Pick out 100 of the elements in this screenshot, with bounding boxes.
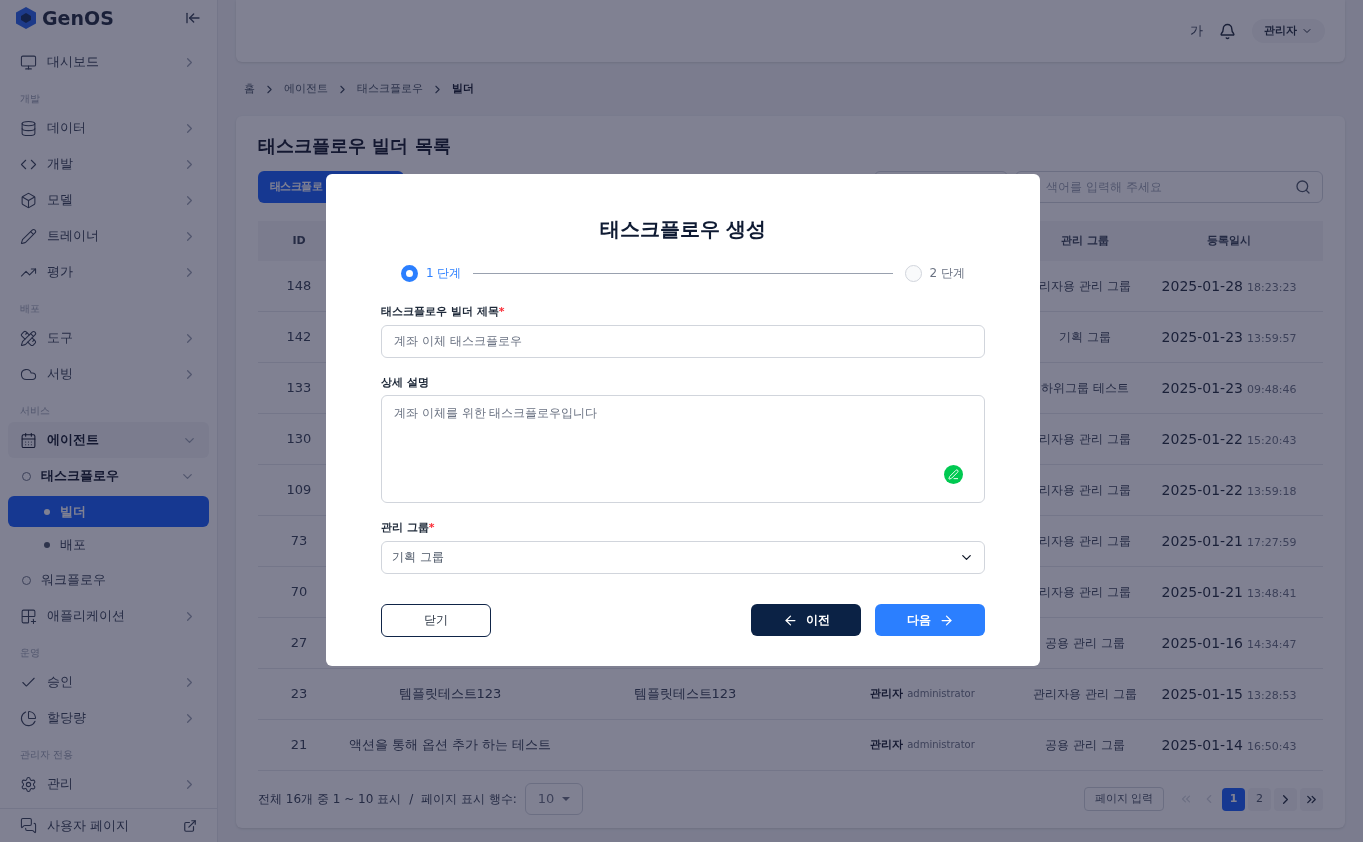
- time-text: 15:20:43: [1247, 432, 1297, 449]
- date-text: 2025-01-23: [1161, 378, 1243, 398]
- nav-item[interactable]: 관리: [8, 766, 209, 802]
- breadcrumb-link[interactable]: 빌더: [452, 80, 474, 98]
- time-text: 09:48:46: [1247, 381, 1297, 398]
- table-cell-text: 리자용 관리 그룹: [1039, 278, 1131, 295]
- search-icon: [1295, 179, 1311, 195]
- tools-icon: [20, 329, 37, 347]
- required-mark: *: [498, 304, 505, 320]
- breadcrumb-link[interactable]: 홈: [244, 80, 255, 98]
- time-text: 13:59:57: [1247, 330, 1297, 347]
- external-link-icon: [183, 818, 197, 833]
- description-text-area[interactable]: 계좌 이체를 위한 태스크플로우입니다: [381, 395, 985, 503]
- grid-plus-icon: [20, 607, 37, 625]
- table-cell-text: 73: [289, 532, 309, 551]
- table-cell-text: 공용 관리 그룹: [1045, 635, 1125, 652]
- pie-icon: [20, 709, 37, 727]
- next-page-icon[interactable]: [1274, 787, 1297, 811]
- text-size-button[interactable]: 가: [1190, 21, 1203, 41]
- date-text: 2025-01-22: [1161, 429, 1243, 449]
- logo-icon: [16, 7, 36, 29]
- table-cell-text: 142: [285, 328, 313, 347]
- time-text: 16:50:43: [1247, 738, 1297, 755]
- close-button[interactable]: 닫기: [381, 603, 491, 637]
- table-cell-text: 하위그룹 테스트: [1041, 380, 1129, 397]
- page-input-button[interactable]: 페이지 입력: [1083, 787, 1164, 811]
- nav-item[interactable]: 도구: [8, 320, 209, 356]
- modal-title: 태스크플로우 생성: [598, 216, 768, 243]
- last-page-icon[interactable]: [1300, 787, 1323, 811]
- date-text: 2025-01-21: [1161, 531, 1243, 551]
- previous-button[interactable]: 이전: [751, 604, 861, 636]
- column-header: ID: [291, 232, 307, 249]
- nav-subitem[interactable]: 워크플로우: [8, 562, 209, 598]
- table-cell-text: 공용 관리 그룹: [1045, 737, 1125, 754]
- nav-item[interactable]: 대시보드: [8, 44, 209, 80]
- time-text: 14:34:47: [1247, 636, 1297, 653]
- time-text: 13:59:18: [1247, 483, 1297, 500]
- monitor-icon: [20, 53, 37, 71]
- time-text: 13:48:41: [1247, 585, 1297, 602]
- step-label: 2 단계: [929, 265, 965, 282]
- nav-subitem[interactable]: 빌더: [8, 496, 209, 527]
- date-text: 2025-01-28: [1161, 276, 1243, 296]
- required-mark: *: [428, 520, 435, 536]
- nav-item[interactable]: 에이전트: [8, 422, 209, 458]
- date-text: 2025-01-16: [1161, 633, 1243, 653]
- table-cell-text: 기획 그룹: [1059, 329, 1111, 346]
- field-label: 태스크플로우 빌더 제목: [381, 304, 499, 320]
- table-cell-text: 21: [289, 736, 309, 755]
- caret-icon: [561, 797, 570, 801]
- table-cell-text: 109: [285, 481, 313, 500]
- time-text: 17:27:59: [1247, 534, 1297, 551]
- user-menu[interactable]: 관리자: [1252, 18, 1325, 44]
- database-icon: [20, 119, 37, 137]
- nav-item[interactable]: 개발: [8, 146, 209, 182]
- group-select[interactable]: 기획 그룹: [381, 540, 985, 574]
- nav-item[interactable]: 평가: [8, 254, 209, 290]
- table-cell-text: 리자용 관리 그룹: [1039, 431, 1131, 448]
- nav-item[interactable]: 트레이너: [8, 218, 209, 254]
- next-button[interactable]: 다음: [875, 604, 985, 636]
- table-cell-text: 23: [289, 685, 309, 704]
- table-cell-text: 27: [289, 634, 309, 653]
- notification-icon[interactable]: [1219, 22, 1236, 40]
- date-text: 2025-01-22: [1161, 480, 1243, 500]
- table-cell-text: 133: [285, 379, 313, 398]
- settings-icon: [20, 775, 37, 793]
- pen-badge-icon[interactable]: [944, 465, 963, 484]
- creator-name: 관리자: [870, 685, 904, 702]
- rows-select[interactable]: 10: [524, 783, 583, 815]
- page-button[interactable]: 2: [1248, 787, 1271, 811]
- creator-name: 관리자: [870, 736, 904, 753]
- nav-item[interactable]: 데이터: [8, 110, 209, 146]
- nav-item[interactable]: 애플리케이션: [8, 598, 209, 634]
- nav-item[interactable]: 모델: [8, 182, 209, 218]
- arrow-right-icon: [938, 612, 954, 628]
- pencil-icon: [20, 227, 37, 245]
- breadcrumb-link[interactable]: 에이전트: [284, 80, 328, 98]
- nav-subitem[interactable]: 배포: [8, 529, 209, 560]
- time-text: 13:28:53: [1247, 687, 1297, 704]
- table-cell-text: 템플릿테스트123: [633, 685, 737, 704]
- nav-item[interactable]: 할당량: [8, 700, 209, 736]
- breadcrumb-link[interactable]: 태스크플로우: [357, 80, 423, 98]
- table-cell-text: 리자용 관리 그룹: [1039, 533, 1131, 550]
- date-text: 2025-01-14: [1161, 735, 1243, 755]
- creator-id: administrator: [907, 737, 975, 752]
- nav-subitem[interactable]: 태스크플로우: [8, 458, 209, 494]
- table-cell-text: 70: [289, 583, 309, 602]
- nav-item[interactable]: 서빙: [8, 356, 209, 392]
- collapse-icon[interactable]: [185, 10, 201, 26]
- table-cell-text: 리자용 관리 그룹: [1039, 584, 1131, 601]
- page-button[interactable]: 1: [1222, 787, 1245, 811]
- pagination-summary: 전체 16개 중 1 ~ 10 표시: [258, 791, 402, 808]
- time-text: 18:23:23: [1247, 279, 1297, 296]
- page-title: 태스크플로우 빌더 목록: [258, 134, 452, 158]
- nav-item[interactable]: 승인: [8, 664, 209, 700]
- user-page-link[interactable]: 사용자 페이지: [0, 808, 217, 842]
- title-input-field[interactable]: 계좌 이체 태스크플로우: [381, 324, 985, 358]
- date-text: 2025-01-23: [1161, 327, 1243, 347]
- column-header: 등록일시: [1206, 232, 1252, 249]
- calendar-icon: [20, 431, 37, 449]
- cube-icon: [20, 191, 37, 209]
